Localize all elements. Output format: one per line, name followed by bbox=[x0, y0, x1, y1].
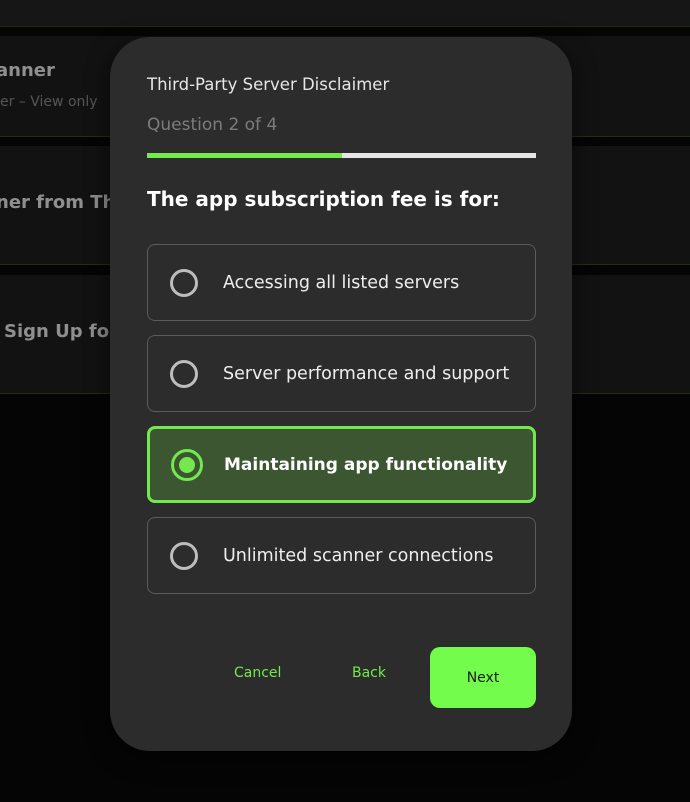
screen: anner er – View only ner from Thi Sign U… bbox=[0, 0, 690, 802]
background-item-title: ner from Thi bbox=[0, 192, 122, 213]
answer-option-label: Accessing all listed servers bbox=[223, 272, 460, 293]
radio-button-icon[interactable] bbox=[170, 541, 198, 570]
quiz-dialog: Third-Party Server Disclaimer Question 2… bbox=[110, 37, 572, 751]
answer-option-label: Server performance and support bbox=[223, 363, 510, 384]
radio-button-icon[interactable] bbox=[170, 359, 198, 388]
question-text: The app subscription fee is for: bbox=[147, 187, 500, 211]
question-counter: Question 2 of 4 bbox=[147, 115, 278, 135]
progress-bar-fill bbox=[147, 153, 342, 158]
next-button[interactable]: Next bbox=[430, 647, 536, 708]
answer-option[interactable]: Accessing all listed servers bbox=[147, 244, 536, 321]
answer-option[interactable]: Unlimited scanner connections bbox=[147, 517, 536, 594]
answer-options: Accessing all listed servers Server perf… bbox=[147, 244, 536, 608]
answer-option[interactable]: Maintaining app functionality bbox=[147, 426, 536, 503]
radio-selected-dot-icon bbox=[179, 456, 195, 473]
dialog-title: Third-Party Server Disclaimer bbox=[147, 75, 390, 94]
back-button[interactable]: Back bbox=[352, 665, 386, 681]
progress-bar bbox=[147, 153, 536, 158]
background-item-title: Sign Up for bbox=[4, 321, 118, 342]
background-top-bar bbox=[0, 0, 690, 27]
background-item-title: anner bbox=[0, 60, 55, 81]
answer-option[interactable]: Server performance and support bbox=[147, 335, 536, 412]
background-item-subtitle: er – View only bbox=[0, 94, 98, 110]
radio-button-icon[interactable] bbox=[171, 448, 203, 481]
cancel-button[interactable]: Cancel bbox=[234, 665, 281, 681]
answer-option-label: Maintaining app functionality bbox=[224, 454, 508, 475]
answer-option-label: Unlimited scanner connections bbox=[223, 545, 494, 566]
radio-button-icon[interactable] bbox=[170, 268, 198, 297]
